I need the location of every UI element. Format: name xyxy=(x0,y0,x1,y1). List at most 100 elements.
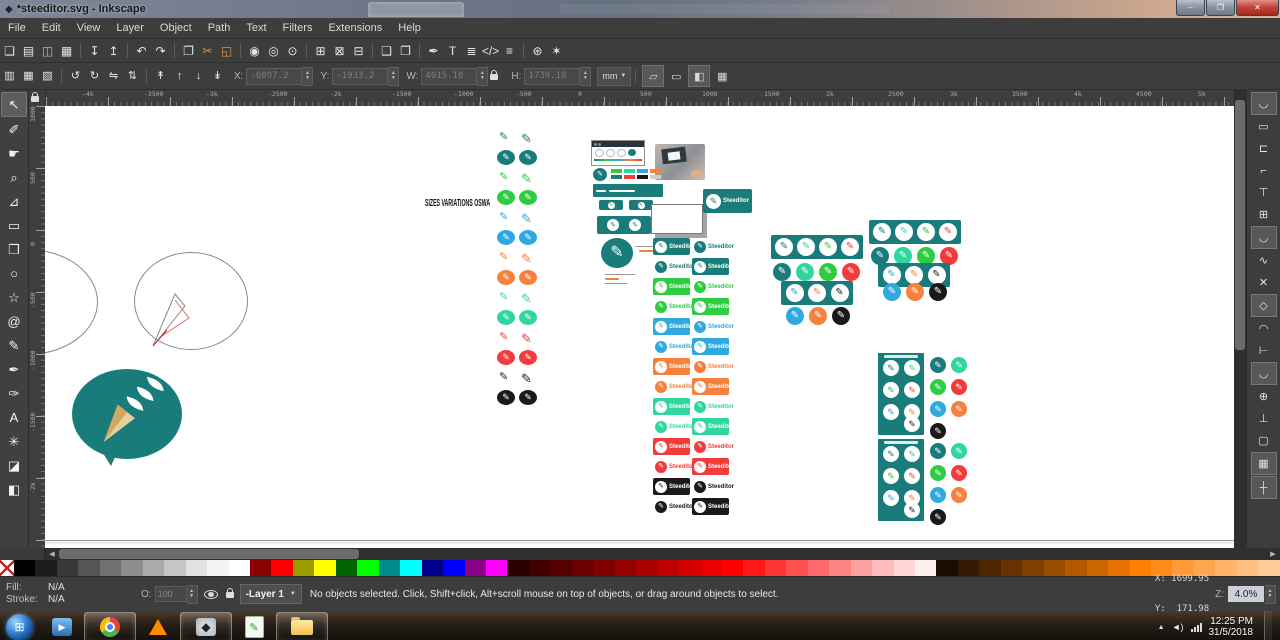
affect-corners-toggle[interactable]: ▭ xyxy=(666,66,686,86)
h-field[interactable]: 1739.18 xyxy=(524,67,581,85)
duplicate[interactable]: ⊞ xyxy=(311,41,330,60)
explorer-app[interactable] xyxy=(276,612,328,640)
palette-swatch[interactable] xyxy=(14,560,36,576)
steeditor-banner[interactable]: ✎ Steeditor xyxy=(653,358,695,375)
paste[interactable]: ◱ xyxy=(217,41,236,60)
palette-swatch[interactable] xyxy=(528,560,551,576)
ungroup-objects[interactable]: ❒ xyxy=(396,41,415,60)
pencil-icon[interactable]: ✎ xyxy=(499,292,508,303)
lower-one-step[interactable]: ↓ xyxy=(189,67,208,86)
pencil-icon[interactable]: ✎ xyxy=(521,332,532,345)
h-field-spinner[interactable]: ▲ ▼ xyxy=(580,66,592,86)
pencil-icon[interactable]: ✎ xyxy=(521,212,532,225)
palette-swatch[interactable] xyxy=(786,560,808,576)
steeditor-badge[interactable]: ✎ Steeditor xyxy=(703,189,752,213)
palette-swatch[interactable] xyxy=(850,560,873,576)
select-all-in-layers[interactable]: ▦ xyxy=(19,67,38,86)
steeditor-banner[interactable]: ✎ Steeditor xyxy=(653,478,695,495)
align-distribute-dialog[interactable]: ≣ xyxy=(462,41,481,60)
steeditor-banner[interactable]: ✎ Steeditor xyxy=(653,378,695,395)
palette-swatch[interactable] xyxy=(721,560,744,576)
ellipse-tool[interactable]: ○ xyxy=(2,262,26,285)
palette-swatch[interactable] xyxy=(1086,560,1109,576)
notepad-app[interactable]: ✎ xyxy=(234,613,274,640)
print-document[interactable]: ▦ xyxy=(57,41,76,60)
palette-swatch[interactable] xyxy=(872,560,894,576)
logo-panel[interactable]: ✎ ✎ ✎ ✎ ✎ ✎ ✎ xyxy=(878,353,924,435)
steeditor-banner[interactable]: ✎ Steeditor xyxy=(692,458,734,475)
selector-tool[interactable]: ↖ xyxy=(1,92,27,117)
title-bar[interactable]: ◆ *steeditor.svg - Inkscape – ❐ ✕ xyxy=(0,0,1280,18)
snap-nodes[interactable]: ◡ xyxy=(1250,226,1277,249)
zoom-spinner[interactable]: ▲ ▼ xyxy=(1265,584,1276,604)
palette-swatch[interactable] xyxy=(271,560,293,576)
snap-bbox-corners[interactable]: ⌐ xyxy=(1252,160,1276,181)
flip-vertical[interactable]: ⇅ xyxy=(123,67,142,86)
w-field[interactable]: 4015.10 xyxy=(421,67,478,85)
palette-swatch[interactable] xyxy=(936,560,958,576)
text-dialog[interactable]: T xyxy=(443,41,462,60)
steeditor-banner[interactable]: ✎ Steeditor xyxy=(653,438,695,455)
snap-enabled[interactable]: ◡ xyxy=(1250,92,1277,115)
xml-editor[interactable]: </> xyxy=(481,41,500,60)
tray-clock[interactable]: 12:25 PM 31/5/2018 xyxy=(1209,616,1254,638)
spray-tool[interactable]: ✳ xyxy=(2,430,26,453)
rectangle-tool[interactable]: ▭ xyxy=(2,214,26,237)
steeditor-banner[interactable]: ✎ Steeditor xyxy=(692,398,734,415)
affect-pattern-toggle[interactable]: ▦ xyxy=(712,66,732,86)
palette-swatch[interactable] xyxy=(421,560,444,576)
layer-lock-icon[interactable] xyxy=(225,588,234,598)
pencil-icon[interactable]: ✎ xyxy=(499,252,508,263)
snap-bbox-edges[interactable]: ⊏ xyxy=(1252,138,1276,159)
pencil-icon[interactable]: ✎ xyxy=(499,172,508,183)
steeditor-banner[interactable]: ✎ Steeditor xyxy=(653,398,695,415)
palette-swatch[interactable] xyxy=(1215,560,1237,576)
logo-annotation-diagram[interactable]: ✎ xyxy=(601,238,633,268)
palette-swatch[interactable] xyxy=(35,560,57,576)
copy[interactable]: ❐ xyxy=(179,41,198,60)
eraser-tool[interactable]: ◪ xyxy=(2,454,26,477)
menu-view[interactable]: View xyxy=(69,22,109,34)
bezier-pen-tool[interactable]: ✒ xyxy=(2,358,26,381)
lock-width-height-icon[interactable] xyxy=(490,70,499,80)
snap-guides[interactable]: ┼ xyxy=(1250,476,1277,499)
pencil-icon[interactable]: ✎ xyxy=(499,212,508,223)
browser-screenshot-thumbnail[interactable] xyxy=(591,140,645,166)
pencil-icon[interactable]: ✎ xyxy=(521,132,532,145)
steeditor-banner[interactable]: ✎ Steeditor xyxy=(653,298,695,315)
inkscape-app[interactable]: ◆ xyxy=(180,612,232,640)
palette-swatch[interactable] xyxy=(1236,560,1259,576)
group-objects[interactable]: ❑ xyxy=(377,41,396,60)
pencil-icon[interactable]: ✎ xyxy=(521,292,532,305)
steeditor-banner[interactable]: ✎ Steeditor xyxy=(653,238,695,255)
guides-lock-button[interactable] xyxy=(29,90,46,106)
palette-swatch[interactable] xyxy=(0,560,14,576)
flip-horizontal[interactable]: ⇋ xyxy=(104,67,123,86)
horizontal-scrollbar-thumb[interactable] xyxy=(59,549,359,559)
paint-bucket-tool[interactable]: ◧ xyxy=(2,478,26,501)
snap-smooth-nodes[interactable]: ◠ xyxy=(1252,318,1276,339)
pencil-icon[interactable]: ✎ xyxy=(521,172,532,185)
canvas[interactable]: SIZES VARIATIONS OSWA ✎ ✎ ✎ ✎ ✎ ✎ ✎ Stee… xyxy=(45,106,1234,548)
scroll-left-arrow-icon[interactable]: ◀ xyxy=(45,550,59,558)
menu-path[interactable]: Path xyxy=(200,22,239,34)
palette-swatch[interactable] xyxy=(249,560,272,576)
steeditor-banner[interactable]: ✎ Steeditor xyxy=(692,238,734,255)
create-clone[interactable]: ⊠ xyxy=(330,41,349,60)
palette-swatch[interactable] xyxy=(357,560,379,576)
logo-strip-bar[interactable]: ✎ ✎ ✎ xyxy=(781,281,853,305)
palette-swatch[interactable] xyxy=(1000,560,1023,576)
steeditor-banner[interactable]: ✎ Steeditor xyxy=(692,478,734,495)
zoom-tool[interactable]: ⌕ xyxy=(2,166,26,189)
logo-panel[interactable]: ✎ ✎ ✎ ✎ ✎ ✎ ✎ xyxy=(878,439,924,521)
palette-swatch[interactable] xyxy=(314,560,336,576)
palette-swatch[interactable] xyxy=(1108,560,1130,576)
palette-swatch[interactable] xyxy=(207,560,229,576)
steeditor-banner[interactable]: ✎ Steeditor xyxy=(653,258,695,275)
palette-swatch[interactable] xyxy=(679,560,701,576)
select-all[interactable]: ▥ xyxy=(0,67,19,86)
show-desktop-button[interactable] xyxy=(1264,611,1272,640)
snap-bbox-centers[interactable]: ⊞ xyxy=(1252,204,1276,225)
menu-text[interactable]: Text xyxy=(238,22,274,34)
steeditor-banner[interactable]: ✎ Steeditor xyxy=(692,418,734,435)
